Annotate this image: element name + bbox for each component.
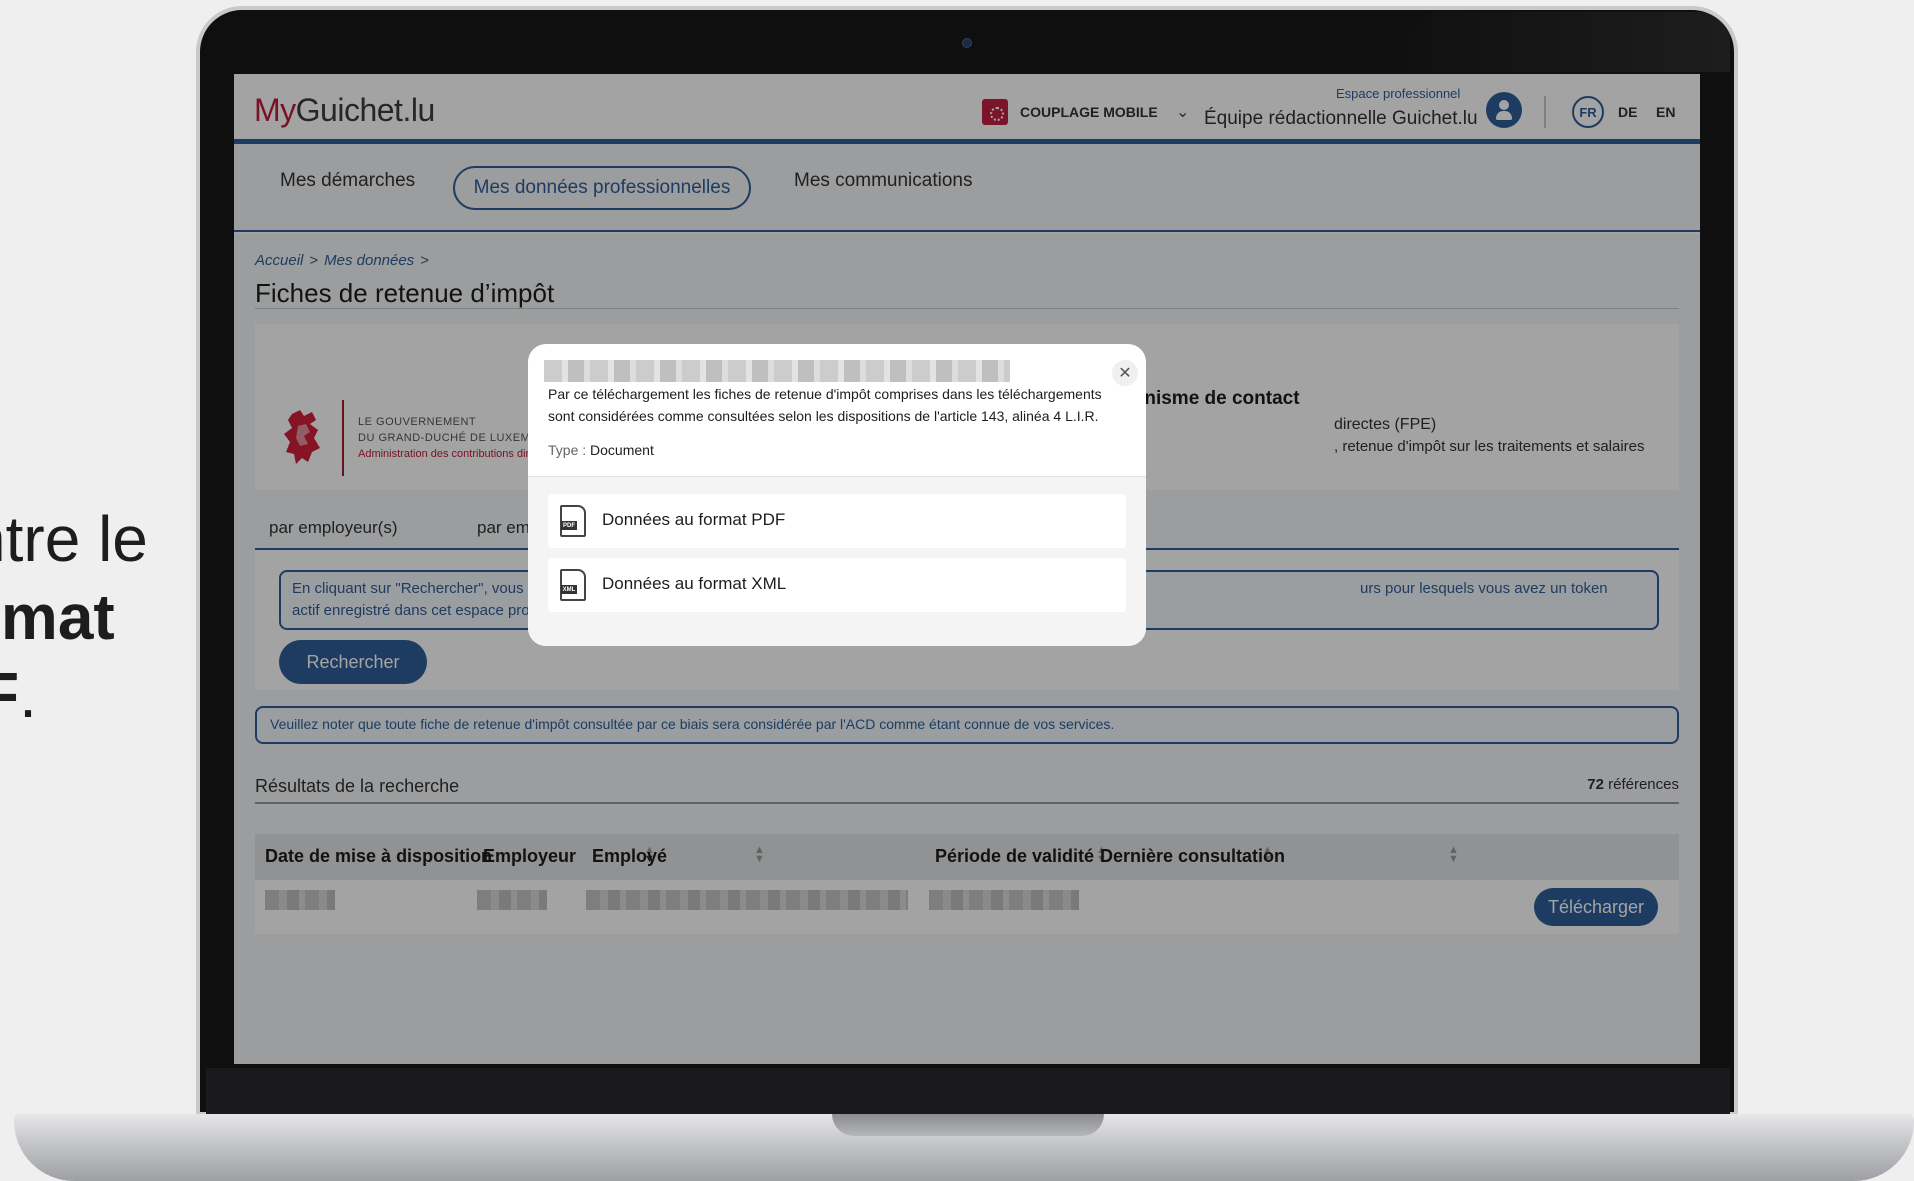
side-caption-line3-bold: F	[0, 659, 19, 731]
side-caption-line3: F.	[0, 656, 37, 734]
modal-type-value: Document	[590, 442, 654, 458]
laptop-bezel	[206, 1068, 1730, 1116]
lid-gloss	[1370, 12, 1730, 72]
pdf-file-icon: PDF	[560, 505, 586, 537]
pdf-file-tag: PDF	[561, 521, 577, 530]
download-modal: ✕ Par ce téléchargement les fiches de re…	[528, 344, 1146, 646]
modal-type: Type : Document	[548, 442, 654, 458]
side-caption-line3-rest: .	[19, 659, 37, 731]
modal-title-redacted	[544, 360, 1010, 382]
side-caption-line2: rmat	[0, 581, 115, 653]
download-pdf-option[interactable]: PDF Données au format PDF	[548, 494, 1126, 548]
side-caption: ntre le rmat F.	[0, 500, 148, 812]
download-pdf-label: Données au format PDF	[602, 510, 786, 529]
camera-icon	[962, 38, 972, 48]
laptop-screen: MyGuichet.lu COUPLAGE MOBILE Espace prof…	[234, 74, 1700, 1064]
modal-type-key: Type :	[548, 442, 587, 458]
close-icon[interactable]: ✕	[1112, 360, 1138, 386]
side-caption-line1: ntre le	[0, 503, 148, 575]
modal-text-line2: sont considérées comme consultées selon …	[548, 408, 1099, 424]
xml-file-tag: XML	[561, 585, 577, 594]
laptop-notch	[832, 1114, 1104, 1136]
download-xml-label: Données au format XML	[602, 574, 787, 593]
xml-file-icon: XML	[560, 569, 586, 601]
modal-text-line1: Par ce téléchargement les fiches de rete…	[548, 386, 1102, 402]
download-xml-option[interactable]: XML Données au format XML	[548, 558, 1126, 612]
